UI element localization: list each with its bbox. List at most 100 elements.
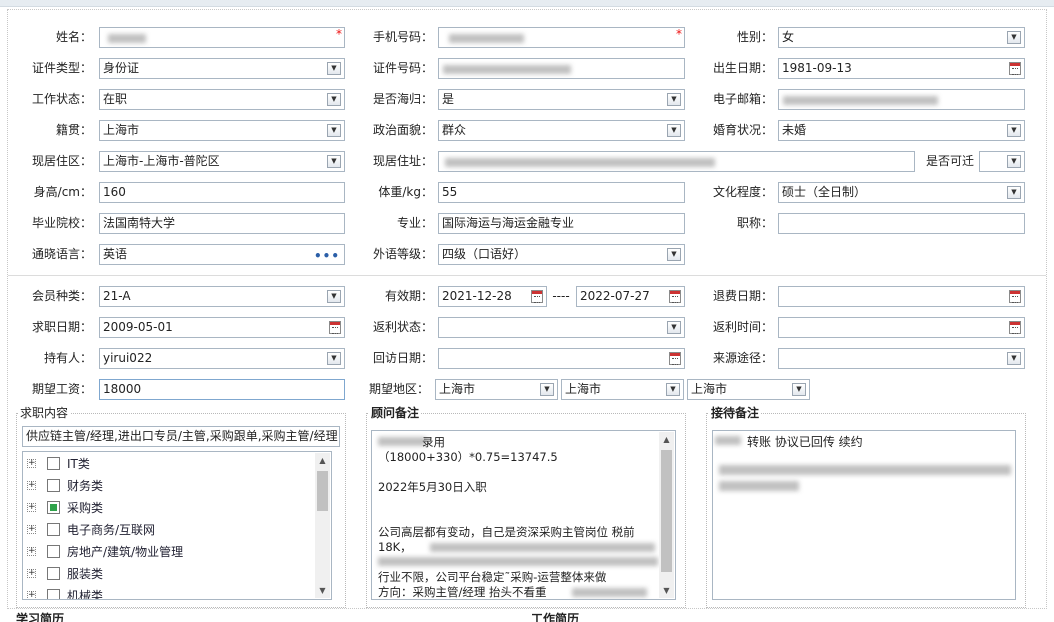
address-input[interactable] (438, 151, 915, 172)
gender-select[interactable]: 女 ▼ (778, 27, 1025, 48)
calendar-icon[interactable] (1009, 290, 1021, 303)
dropdown-arrow-icon[interactable]: ▼ (1007, 352, 1021, 365)
major-input[interactable]: 国际海运与海运金融专业 (438, 213, 685, 234)
calendar-icon[interactable] (1009, 62, 1021, 75)
native-place-select[interactable]: 上海市 ▼ (99, 120, 345, 141)
birth-date-input[interactable]: 1981-09-13 (778, 58, 1025, 79)
region-district-value: 上海市 (691, 382, 728, 396)
rebate-status-select[interactable]: ▼ (438, 317, 685, 338)
dropdown-arrow-icon[interactable]: ▼ (327, 290, 341, 303)
dropdown-arrow-icon[interactable]: ▼ (1007, 31, 1021, 44)
marital-select[interactable]: 未婚 ▼ (778, 120, 1025, 141)
plus-expander-icon[interactable]: + (27, 459, 36, 468)
reception-notes-textarea[interactable]: 转账 协议已回传 续约 (712, 430, 1016, 600)
valid-from-input[interactable]: 2021-12-28 (438, 286, 547, 307)
language-input[interactable]: 英语 ••• (99, 244, 345, 265)
job-content-summary[interactable]: 供应链主管/经理,进出口专员/主管,采购跟单,采购主管/经理 (22, 426, 340, 447)
dropdown-arrow-icon[interactable]: ▼ (327, 93, 341, 106)
plus-expander-icon[interactable]: + (27, 569, 36, 578)
plus-expander-icon[interactable]: + (27, 503, 36, 512)
redacted-text (783, 96, 938, 105)
calendar-icon[interactable] (669, 290, 681, 303)
dropdown-arrow-icon[interactable]: ▼ (1007, 186, 1021, 199)
height-input[interactable]: 160 (99, 182, 345, 203)
valid-to-input[interactable]: 2022-07-27 (576, 286, 685, 307)
category-checkbox[interactable] (47, 457, 60, 470)
scroll-up-icon[interactable]: ▲ (659, 432, 674, 447)
visit-date-input[interactable] (438, 348, 685, 369)
relocate-select[interactable]: ▼ (979, 151, 1025, 172)
tree-item-label: 电子商务/互联网 (67, 523, 156, 537)
job-category-tree[interactable]: + IT类 + 财务类 + 采购类 + 电子商务/互联网 + 房地产/建筑/物业管理 + 服装类 + 机械… (22, 451, 332, 600)
region-district-select[interactable]: 上海市 ▼ (687, 379, 810, 400)
dropdown-arrow-icon[interactable]: ▼ (327, 352, 341, 365)
refund-date-input[interactable] (778, 286, 1025, 307)
email-input[interactable] (778, 89, 1025, 110)
calendar-icon[interactable] (669, 352, 681, 365)
holder-select[interactable]: yirui022 ▼ (99, 348, 345, 369)
ellipsis-icon[interactable]: ••• (314, 247, 340, 264)
dropdown-arrow-icon[interactable]: ▼ (327, 155, 341, 168)
salary-input[interactable]: 18000 (99, 379, 345, 400)
scroll-thumb[interactable] (661, 450, 672, 572)
scroll-down-icon[interactable]: ▼ (315, 583, 330, 598)
returnee-label: 是否海归： (372, 92, 433, 106)
calendar-icon[interactable] (329, 321, 341, 334)
dropdown-arrow-icon[interactable]: ▼ (667, 93, 681, 106)
region-province-select[interactable]: 上海市 ▼ (435, 379, 558, 400)
tree-item-label: 财务类 (67, 479, 104, 493)
tree-scrollbar[interactable]: ▲ ▼ (315, 453, 330, 598)
member-type-label: 会员种类： (31, 289, 92, 303)
category-checkbox[interactable] (47, 567, 60, 580)
political-select[interactable]: 群众 ▼ (438, 120, 685, 141)
advisor-notes-textarea[interactable]: 录用 （18000+330）*0.75=13747.5 2022年5月30日入职 公司… (371, 430, 676, 600)
job-date-input[interactable]: 2009-05-01 (99, 317, 345, 338)
scroll-up-icon[interactable]: ▲ (315, 453, 330, 468)
calendar-icon[interactable] (1009, 321, 1021, 334)
weight-input[interactable]: 55 (438, 182, 685, 203)
residence-area-select[interactable]: 上海市-上海市-普陀区 ▼ (99, 151, 345, 172)
dropdown-arrow-icon[interactable]: ▼ (327, 124, 341, 137)
category-checkbox[interactable] (47, 545, 60, 558)
category-checkbox[interactable] (47, 501, 60, 514)
returnee-select[interactable]: 是 ▼ (438, 89, 685, 110)
category-checkbox[interactable] (47, 479, 60, 492)
plus-expander-icon[interactable]: + (27, 591, 36, 599)
scroll-thumb[interactable] (317, 471, 328, 511)
school-input[interactable]: 法国南特大学 (99, 213, 345, 234)
phone-input[interactable]: * (438, 27, 685, 48)
language-level-select[interactable]: 四级（口语好） ▼ (438, 244, 685, 265)
dropdown-arrow-icon[interactable]: ▼ (666, 383, 680, 396)
calendar-icon[interactable] (531, 290, 543, 303)
id-type-select[interactable]: 身份证 ▼ (99, 58, 345, 79)
title-rank-input[interactable] (778, 213, 1025, 234)
rebate-time-input[interactable] (778, 317, 1025, 338)
plus-expander-icon[interactable]: + (27, 547, 36, 556)
job-content-title: 求职内容 (18, 406, 71, 420)
category-checkbox[interactable] (47, 589, 60, 599)
name-input[interactable]: * (99, 27, 345, 48)
dropdown-arrow-icon[interactable]: ▼ (792, 383, 806, 396)
scroll-down-icon[interactable]: ▼ (659, 583, 674, 598)
dropdown-arrow-icon[interactable]: ▼ (540, 383, 554, 396)
reception-notes-title: 接待备注 (709, 406, 762, 420)
plus-expander-icon[interactable]: + (27, 481, 36, 490)
dropdown-arrow-icon[interactable]: ▼ (1007, 124, 1021, 137)
dropdown-arrow-icon[interactable]: ▼ (327, 62, 341, 75)
category-checkbox[interactable] (47, 523, 60, 536)
education-select[interactable]: 硕士（全日制） ▼ (778, 182, 1025, 203)
plus-expander-icon[interactable]: + (27, 525, 36, 534)
gender-label: 性别： (736, 30, 773, 44)
source-select[interactable]: ▼ (778, 348, 1025, 369)
notes-scrollbar[interactable]: ▲ ▼ (659, 432, 674, 598)
work-status-select[interactable]: 在职 ▼ (99, 89, 345, 110)
member-type-select[interactable]: 21-A ▼ (99, 286, 345, 307)
dropdown-arrow-icon[interactable]: ▼ (1007, 155, 1021, 168)
region-city-select[interactable]: 上海市 ▼ (561, 379, 684, 400)
dropdown-arrow-icon[interactable]: ▼ (667, 321, 681, 334)
dropdown-arrow-icon[interactable]: ▼ (667, 248, 681, 261)
id-number-input[interactable] (438, 58, 685, 79)
dropdown-arrow-icon[interactable]: ▼ (667, 124, 681, 137)
height-value: 160 (103, 185, 126, 199)
valid-from-value: 2021-12-28 (442, 289, 512, 303)
